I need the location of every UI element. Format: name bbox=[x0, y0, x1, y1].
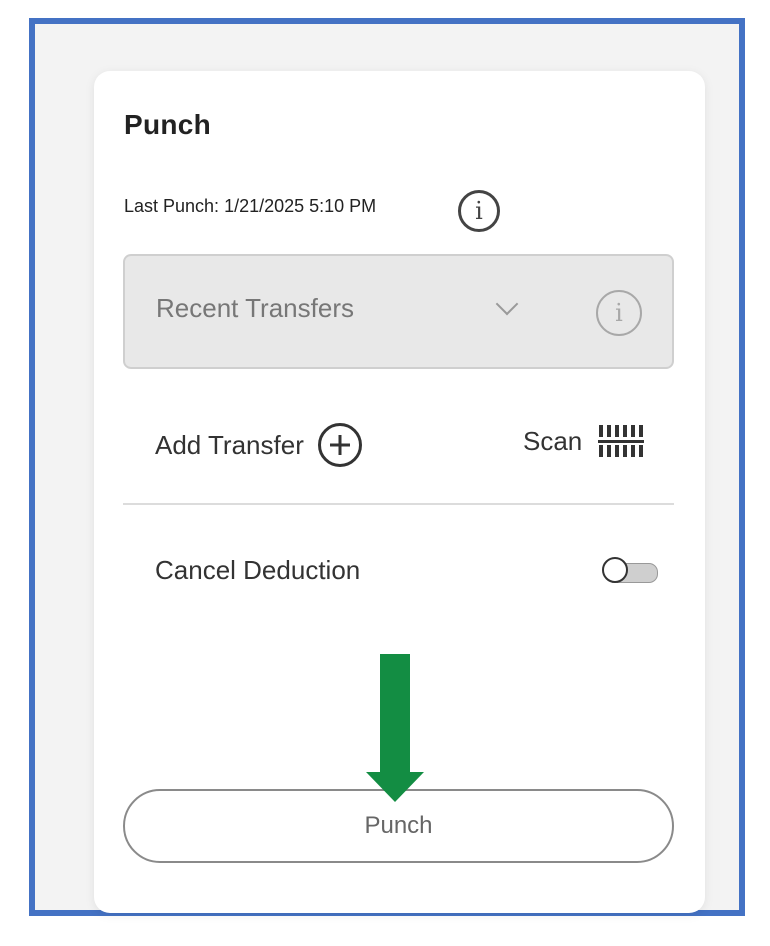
recent-transfers-value: Recent Transfers bbox=[156, 293, 354, 323]
panel-title: Punch bbox=[124, 109, 212, 140]
section-divider bbox=[123, 503, 674, 505]
last-punch-text: Last Punch: 1/21/2025 5:10 PM bbox=[124, 196, 377, 216]
recent-transfers-select[interactable]: Recent Transfers i bbox=[123, 254, 674, 369]
annotation-arrow-shaft bbox=[380, 654, 410, 776]
cancel-deduction-toggle[interactable] bbox=[602, 557, 658, 585]
barcode-icon bbox=[598, 425, 645, 457]
chevron-down-icon bbox=[495, 292, 519, 316]
last-punch-info-icon[interactable]: i bbox=[458, 190, 500, 232]
add-transfer-button[interactable]: Add Transfer bbox=[155, 423, 362, 467]
plus-circle-icon bbox=[317, 423, 362, 467]
scan-button[interactable]: Scan bbox=[523, 423, 645, 459]
annotation-arrow-head bbox=[366, 772, 424, 802]
scan-label: Scan bbox=[523, 425, 583, 456]
transfers-info-icon[interactable]: i bbox=[596, 290, 642, 336]
cancel-deduction-label: Cancel Deduction bbox=[155, 555, 361, 585]
toggle-knob bbox=[602, 557, 628, 583]
add-transfer-label: Add Transfer bbox=[155, 429, 304, 460]
